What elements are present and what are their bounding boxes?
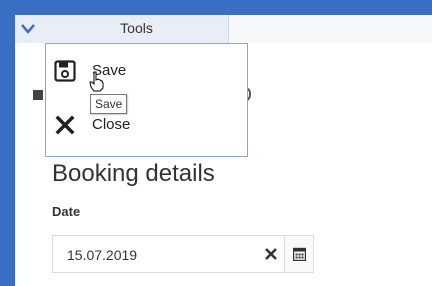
save-icon: [54, 60, 76, 82]
tab-tools-label: Tools: [120, 20, 153, 36]
tools-dropdown-menu: Save Close: [45, 43, 248, 157]
chevron-down-icon: [21, 24, 35, 34]
date-input-value: 15.07.2019: [67, 247, 138, 263]
hand-pointer-icon: [89, 71, 104, 92]
save-tooltip: Save: [90, 94, 128, 114]
calendar-button[interactable]: [284, 235, 314, 273]
close-icon: [55, 115, 75, 135]
left-accent-bar: [0, 0, 15, 286]
menu-item-close[interactable]: Close: [46, 110, 247, 148]
clear-date-icon[interactable]: [262, 245, 280, 263]
menu-item-save[interactable]: Save: [46, 56, 247, 94]
tab-tools[interactable]: Tools: [45, 15, 229, 43]
calendar-icon: [293, 247, 306, 261]
toolbar-strip: [229, 15, 432, 43]
collapse-toggle[interactable]: [15, 15, 45, 43]
date-field-label: Date: [52, 204, 81, 219]
top-accent-bar: [0, 0, 432, 15]
date-input[interactable]: 15.07.2019: [52, 235, 284, 273]
page-title: Booking details: [52, 160, 215, 187]
partial-icon: [33, 90, 43, 100]
menu-item-close-label: Close: [92, 116, 131, 133]
